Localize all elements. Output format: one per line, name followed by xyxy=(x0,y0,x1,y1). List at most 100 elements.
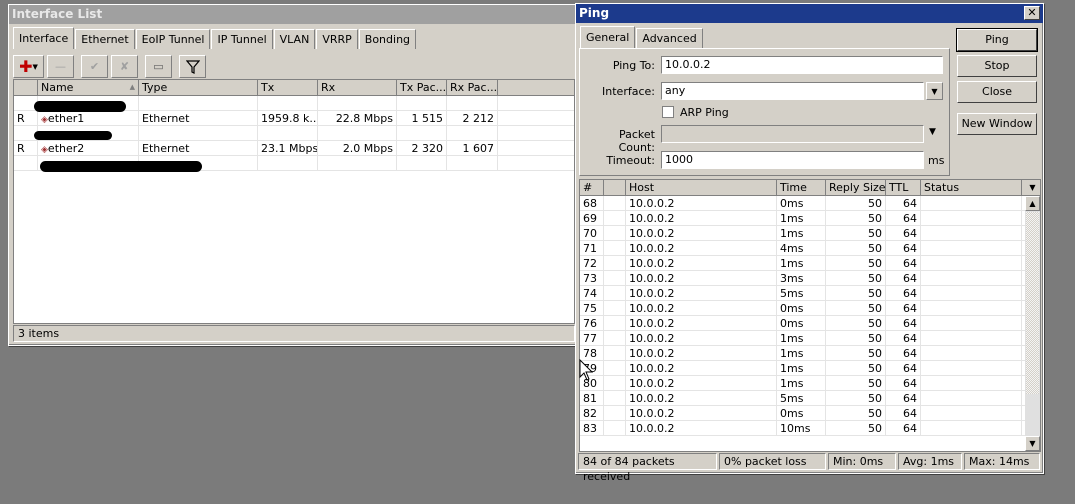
tab-advanced[interactable]: Advanced xyxy=(636,28,703,48)
blank-cell xyxy=(604,421,626,435)
timeout-input[interactable]: 1000 xyxy=(661,151,924,169)
col-ttl[interactable]: TTL xyxy=(886,180,921,195)
interface-status-bar: 3 items xyxy=(13,325,575,342)
close-button[interactable]: Close xyxy=(957,81,1037,103)
time-cell: 3ms xyxy=(777,271,826,285)
tab-vrrp[interactable]: VRRP xyxy=(316,29,358,49)
ttl-cell: 64 xyxy=(886,196,921,210)
scroll-track[interactable] xyxy=(1026,212,1039,394)
ping-result-row[interactable]: 68 10.0.0.2 0ms 50 64 xyxy=(580,196,1026,211)
ping-result-row[interactable]: 76 10.0.0.2 0ms 50 64 xyxy=(580,316,1026,331)
ping-result-row[interactable]: 75 10.0.0.2 0ms 50 64 xyxy=(580,301,1026,316)
ping-result-row[interactable]: 82 10.0.0.2 0ms 50 64 xyxy=(580,406,1026,421)
time-cell: 0ms xyxy=(777,406,826,420)
scroll-thumb[interactable] xyxy=(1025,394,1040,434)
col-name[interactable]: Name ▲ xyxy=(38,80,139,95)
ping-result-row[interactable]: 70 10.0.0.2 1ms 50 64 xyxy=(580,226,1026,241)
filter-button[interactable] xyxy=(179,55,206,78)
col-rx-packets[interactable]: Rx Pac... xyxy=(447,80,498,95)
close-window-button[interactable]: ✕ xyxy=(1024,6,1040,20)
row-flag: R xyxy=(14,141,38,155)
col-reply-size[interactable]: Reply Size xyxy=(826,180,886,195)
reply-size-cell: 50 xyxy=(826,211,886,225)
packets-received-status: 84 of 84 packets received xyxy=(578,453,717,483)
remove-button[interactable]: — xyxy=(47,55,74,78)
col-rx[interactable]: Rx xyxy=(318,80,397,95)
blank-cell xyxy=(604,196,626,210)
interface-dropdown-button[interactable]: ▼ xyxy=(926,82,943,100)
status-cell xyxy=(921,256,1022,270)
tab-ip-tunnel[interactable]: IP Tunnel xyxy=(211,29,273,49)
col-blank[interactable] xyxy=(604,180,626,195)
tab-bonding[interactable]: Bonding xyxy=(358,29,417,49)
ttl-cell: 64 xyxy=(886,376,921,390)
column-menu-icon[interactable]: ▼ xyxy=(1022,180,1040,195)
scroll-down-icon[interactable]: ▼ xyxy=(1025,436,1040,451)
seq-cell: 81 xyxy=(580,391,604,405)
ping-rows: 68 10.0.0.2 0ms 50 64 69 10.0.0.2 1ms 50 64 70 10.0… xyxy=(580,196,1026,436)
tab-interface[interactable]: Interface xyxy=(13,27,75,49)
disable-button[interactable]: ✘ xyxy=(111,55,138,78)
host-cell: 10.0.0.2 xyxy=(626,271,777,285)
ttl-cell: 64 xyxy=(886,316,921,330)
col-host[interactable]: Host xyxy=(626,180,777,195)
reply-size-cell: 50 xyxy=(826,271,886,285)
tab-vlan[interactable]: VLAN xyxy=(273,29,316,49)
comment-button[interactable]: ▭ xyxy=(145,55,172,78)
ping-result-row[interactable]: 72 10.0.0.2 1ms 50 64 xyxy=(580,256,1026,271)
table-row[interactable]: R ◈ether2 Ethernet 23.1 Mbps 2.0 Mbps 2 … xyxy=(14,141,574,156)
host-cell: 10.0.0.2 xyxy=(626,376,777,390)
col-time[interactable]: Time xyxy=(777,180,826,195)
ping-result-row[interactable]: 81 10.0.0.2 5ms 50 64 xyxy=(580,391,1026,406)
ping-result-row[interactable]: 71 10.0.0.2 4ms 50 64 xyxy=(580,241,1026,256)
time-cell: 1ms xyxy=(777,211,826,225)
tab-general[interactable]: General xyxy=(580,26,636,48)
seq-cell: 78 xyxy=(580,346,604,360)
ping-result-row[interactable]: 74 10.0.0.2 5ms 50 64 xyxy=(580,286,1026,301)
ping-table-scrollbar[interactable]: ▲ ▼ xyxy=(1025,196,1040,451)
col-type[interactable]: Type xyxy=(139,80,258,95)
blank-cell xyxy=(604,361,626,375)
ping-result-row[interactable]: 73 10.0.0.2 3ms 50 64 xyxy=(580,271,1026,286)
col-tx[interactable]: Tx xyxy=(258,80,318,95)
host-cell: 10.0.0.2 xyxy=(626,211,777,225)
tab-ethernet[interactable]: Ethernet xyxy=(75,29,135,49)
col-status[interactable]: Status xyxy=(921,180,1022,195)
ping-result-row[interactable]: 69 10.0.0.2 1ms 50 64 xyxy=(580,211,1026,226)
col-tx-packets[interactable]: Tx Pac... xyxy=(397,80,447,95)
col-number[interactable]: # xyxy=(580,180,604,195)
host-cell: 10.0.0.2 xyxy=(626,406,777,420)
blank-cell xyxy=(604,286,626,300)
scroll-up-icon[interactable]: ▲ xyxy=(1025,196,1040,211)
col-flag[interactable] xyxy=(14,80,38,95)
ping-result-row[interactable]: 83 10.0.0.2 10ms 50 64 xyxy=(580,421,1026,436)
ping-result-row[interactable]: 79 10.0.0.2 1ms 50 64 xyxy=(580,361,1026,376)
status-cell xyxy=(921,301,1022,315)
ping-result-row[interactable]: 78 10.0.0.2 1ms 50 64 xyxy=(580,346,1026,361)
table-row[interactable]: R ◈ether1 Ethernet 1959.8 k... 22.8 Mbps… xyxy=(14,111,574,126)
reply-size-cell: 50 xyxy=(826,316,886,330)
status-cell xyxy=(921,316,1022,330)
host-cell: 10.0.0.2 xyxy=(626,316,777,330)
ping-result-row[interactable]: 77 10.0.0.2 1ms 50 64 xyxy=(580,331,1026,346)
packet-count-dropdown-icon[interactable]: ▼ xyxy=(929,127,936,137)
ping-to-input[interactable]: 10.0.0.2 xyxy=(661,56,943,74)
status-cell xyxy=(921,211,1022,225)
tab-eoip-tunnel[interactable]: EoIP Tunnel xyxy=(135,29,211,49)
ping-button[interactable]: Ping xyxy=(956,28,1038,52)
add-button[interactable]: ✚ ▼ xyxy=(13,55,44,78)
enable-button[interactable]: ✔ xyxy=(81,55,108,78)
arp-ping-checkbox[interactable] xyxy=(662,106,674,118)
ping-result-row[interactable]: 80 10.0.0.2 1ms 50 64 xyxy=(580,376,1026,391)
status-cell xyxy=(921,286,1022,300)
ttl-cell: 64 xyxy=(886,211,921,225)
new-window-button[interactable]: New Window xyxy=(957,113,1037,135)
seq-cell: 68 xyxy=(580,196,604,210)
interface-select[interactable]: any xyxy=(661,82,924,100)
tx-packets-cell: 1 515 xyxy=(397,111,447,125)
plus-icon: ✚ xyxy=(19,57,33,76)
stop-button[interactable]: Stop xyxy=(957,55,1037,77)
reply-size-cell: 50 xyxy=(826,241,886,255)
rx-cell: 22.8 Mbps xyxy=(318,111,397,125)
packet-count-input[interactable] xyxy=(661,125,924,143)
